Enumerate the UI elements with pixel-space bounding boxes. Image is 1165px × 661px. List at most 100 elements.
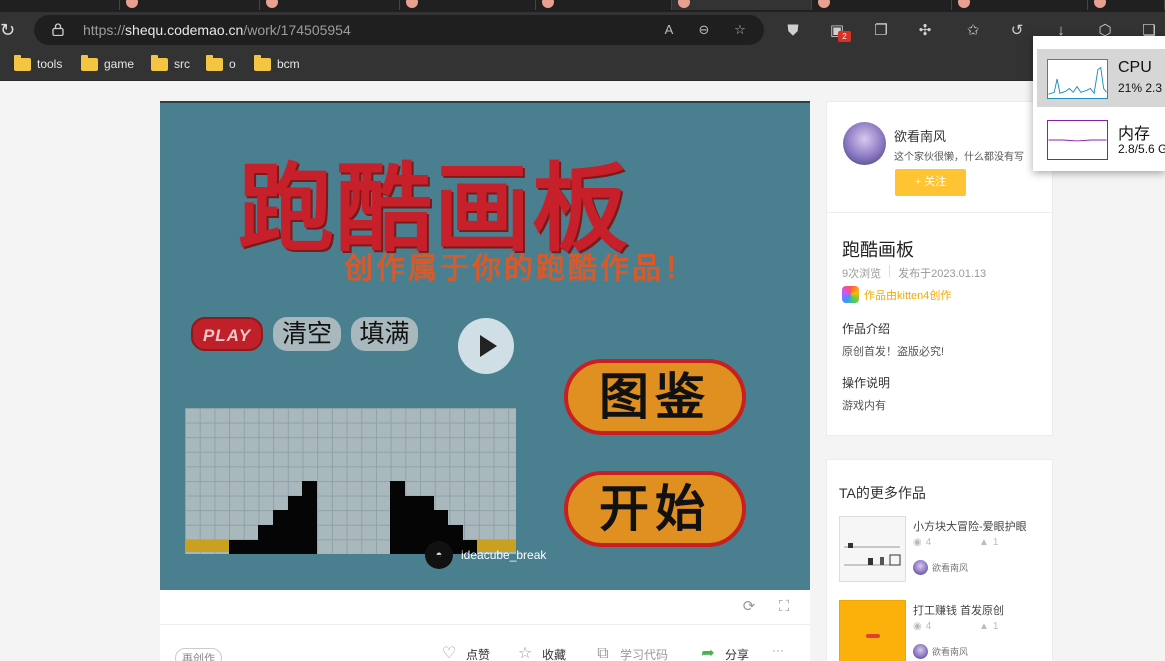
likes-stat: ▲ 1 <box>979 537 999 548</box>
grid-black-block <box>229 540 317 554</box>
share-button[interactable]: ➦ 分享 <box>697 643 749 661</box>
views-stat: ◉ 4 <box>913 621 932 632</box>
game-player[interactable]: 跑酷画板 创作属于你的跑酷作品！ PLAY 清空 填满 图鉴 开始 ◓ idea… <box>160 101 810 590</box>
browser-tab[interactable] <box>120 0 260 10</box>
play-icon[interactable] <box>458 318 514 374</box>
work-author[interactable]: 欲看南风 <box>913 644 968 659</box>
more-work-item[interactable]: 打工赚钱 首发原创 ◉ 4 ▲ 1 欲看南风 <box>839 600 1044 661</box>
author-name[interactable]: 欲看南风 <box>894 126 946 145</box>
work-info-card: 欲看南风 这个家伙很懒，什么都没有写 + 关注 跑酷画板 9次浏览 发布于202… <box>826 101 1054 436</box>
bookmark-folder[interactable]: o <box>206 54 236 73</box>
perf-row-memory[interactable]: 内存 2.8/5.6 G <box>1037 110 1165 168</box>
cpu-sparkline <box>1047 59 1108 99</box>
bookmark-folder[interactable]: src <box>151 54 190 73</box>
publish-date: 发布于2023.01.13 <box>898 268 987 280</box>
player-author-chip[interactable]: ◓ ideacube_break <box>425 541 546 569</box>
extension-badge: 2 <box>838 31 851 42</box>
learn-code-button[interactable]: ⧉ 学习代码 <box>592 643 668 661</box>
browser-tab[interactable] <box>400 0 536 10</box>
kitten-icon <box>842 286 859 303</box>
follow-button[interactable]: + 关注 <box>895 169 966 196</box>
grid-black-block <box>390 525 463 540</box>
refresh-icon[interactable]: ↻ <box>0 20 18 40</box>
bookmark-folder[interactable]: game <box>81 54 134 73</box>
game-clear-button[interactable]: 清空 <box>273 317 341 351</box>
work-title[interactable]: 打工赚钱 首发原创 <box>913 602 1004 618</box>
bookmark-folder[interactable]: tools <box>14 54 62 73</box>
author-avatar[interactable] <box>843 122 886 165</box>
thumb-icon: ▲ <box>979 537 989 548</box>
game-gallery-button[interactable]: 图鉴 <box>564 359 746 435</box>
lock-icon[interactable] <box>52 23 64 36</box>
tab-favicon-icon <box>406 0 418 8</box>
eye-icon: ◉ <box>913 621 922 632</box>
browser-tab[interactable] <box>1088 0 1165 10</box>
more-works-card: TA的更多作品 小方块大冒险-爱眼护眼 ◉ 4 ▲ 1 欲看南风 打工赚钱 首发… <box>826 459 1053 661</box>
like-button[interactable]: ♡ 点赞 <box>438 643 490 661</box>
work-thumbnail[interactable] <box>839 600 906 661</box>
folder-icon <box>14 54 31 71</box>
address-bar[interactable]: https://shequ.codemao.cn/work/174505954 … <box>34 15 764 45</box>
like-icon: ♡ <box>441 645 457 661</box>
kitten-link[interactable]: 作品由kitten4创作 <box>842 286 951 303</box>
work-title[interactable]: 小方块大冒险-爱眼护眼 <box>913 518 1027 534</box>
game-fill-button[interactable]: 填满 <box>351 317 418 351</box>
shield-icon[interactable]: ⛊ <box>783 21 803 41</box>
browser-tab[interactable] <box>536 0 672 10</box>
game-start-button[interactable]: 开始 <box>564 471 746 547</box>
rotate-icon[interactable]: ⟳ <box>740 598 758 616</box>
work-meta: 9次浏览 发布于2023.01.13 <box>842 265 986 281</box>
grid-black-block <box>390 496 434 511</box>
browser-tab[interactable] <box>260 0 400 10</box>
collect-button[interactable]: ☆ 收藏 <box>514 643 566 661</box>
cpu-value: 21% 2.3 <box>1118 81 1163 95</box>
perf-row-cpu[interactable]: CPU 21% 2.3 <box>1037 49 1165 107</box>
thumbnail-mark <box>866 634 880 638</box>
ops-heading: 操作说明 <box>842 376 891 390</box>
game-play-button[interactable]: PLAY <box>191 317 263 351</box>
work-author[interactable]: 欲看南风 <box>913 560 968 575</box>
grid-black-block <box>273 510 317 525</box>
cpu-label: CPU <box>1118 59 1152 76</box>
tab-favicon-icon <box>126 0 138 8</box>
collections-icon[interactable]: ❐ <box>871 21 891 41</box>
tab-favicon-icon <box>678 0 690 8</box>
page-content: 跑酷画板 创作属于你的跑酷作品！ PLAY 清空 填满 图鉴 开始 ◓ idea… <box>0 81 1165 661</box>
remix-button[interactable]: 再创作 <box>175 648 222 661</box>
url-text[interactable]: https://shequ.codemao.cn/work/174505954 <box>83 22 351 38</box>
player-top-border <box>160 101 810 103</box>
player-control-bar: ⟳ ⛶ <box>160 590 810 625</box>
memory-sparkline <box>1047 120 1108 160</box>
more-work-item[interactable]: 小方块大冒险-爱眼护眼 ◉ 4 ▲ 1 欲看南风 <box>839 516 1044 582</box>
browser-tab[interactable] <box>812 0 952 10</box>
grid-black-block <box>390 510 448 525</box>
code-icon: ⧉ <box>597 645 609 661</box>
favorite-add-icon[interactable]: ☆ <box>731 21 749 39</box>
grid-black-block <box>302 481 317 496</box>
bookmark-folder[interactable]: bcm <box>254 54 300 73</box>
intro-text: 原创首发！盗版必究! <box>842 346 945 358</box>
tab-favicon-icon <box>818 0 830 8</box>
favorites-icon[interactable]: ✩ <box>963 21 983 41</box>
work-thumbnail[interactable] <box>839 516 906 582</box>
folder-icon <box>151 54 168 71</box>
author-bio: 这个家伙很懒，什么都没有写 <box>894 152 1024 163</box>
folder-icon <box>254 54 271 71</box>
author-avatar: ◓ <box>425 541 453 569</box>
grid-black-block <box>390 481 405 496</box>
view-count: 9次浏览 <box>842 268 882 280</box>
folder-icon <box>81 54 98 71</box>
read-aloud-icon[interactable]: A <box>660 21 678 39</box>
performance-popup: CPU 21% 2.3 内存 2.8/5.6 G <box>1033 36 1165 171</box>
history-icon[interactable]: ↺ <box>1007 21 1027 41</box>
more-button[interactable]: ··· <box>772 643 784 657</box>
puzzle-icon[interactable]: ✣ <box>915 21 935 41</box>
fullscreen-icon[interactable]: ⛶ <box>775 598 793 616</box>
collect-icon: ☆ <box>517 645 533 661</box>
browser-tab[interactable] <box>952 0 1088 10</box>
work-action-bar: 再创作 ♡ 点赞 ☆ 收藏 ⧉ 学习代码 ➦ 分享 ··· <box>160 625 810 661</box>
game-drawing-grid[interactable] <box>185 408 516 554</box>
browser-tab-active[interactable] <box>672 0 812 10</box>
browser-tab[interactable] <box>0 0 120 10</box>
zoom-icon[interactable]: ⊖ <box>695 21 713 39</box>
